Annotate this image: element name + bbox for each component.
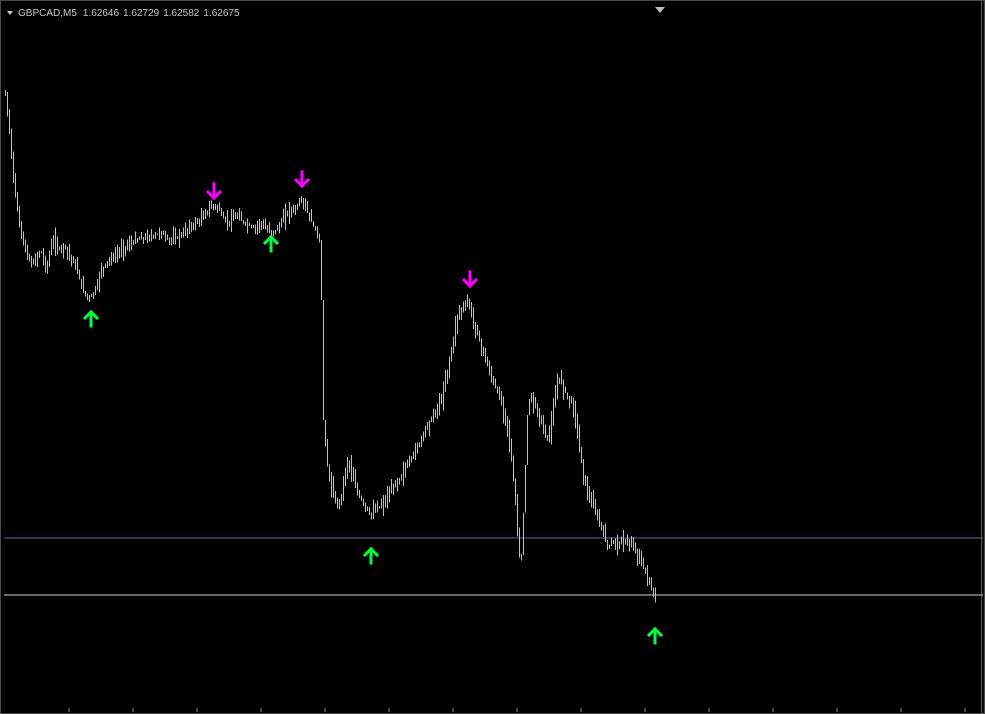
sell-arrow-icon[interactable] bbox=[205, 182, 223, 201]
sell-arrow-icon[interactable] bbox=[461, 270, 479, 289]
buy-arrow-icon[interactable] bbox=[362, 546, 380, 565]
buy-arrow-icon[interactable] bbox=[646, 626, 664, 645]
sell-arrow-icon[interactable] bbox=[293, 170, 311, 189]
buy-arrow-icon[interactable] bbox=[82, 309, 100, 328]
buy-arrow-icon[interactable] bbox=[262, 234, 280, 253]
price-chart-canvas[interactable] bbox=[0, 0, 985, 714]
